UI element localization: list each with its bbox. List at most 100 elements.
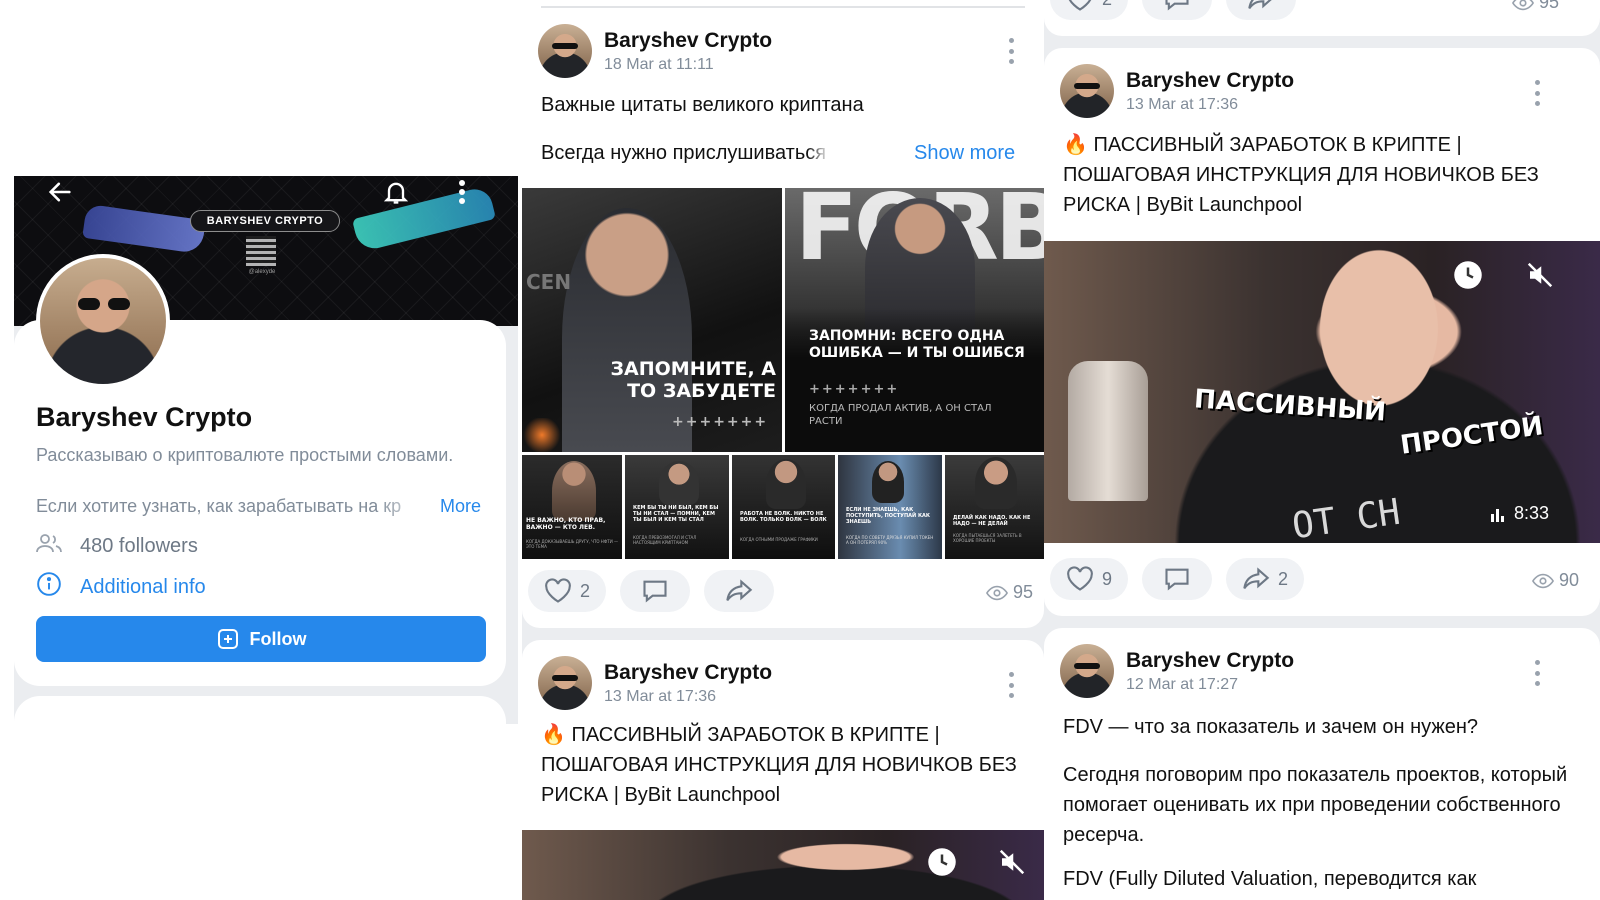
share-button[interactable]: 2 <box>1226 558 1305 600</box>
eye-icon <box>1512 0 1534 10</box>
author-avatar[interactable] <box>538 24 592 78</box>
quote-image-1[interactable]: CEN ЗАПОМНИТЕ, А ТО ЗАБУДЕТЕ +++++++ <box>522 188 782 452</box>
screenshot-collage: BARYSHEV CRYPTO @alexyde Baryshev Crypto… <box>0 0 1600 900</box>
like-count: 9 <box>1102 568 1113 589</box>
cover-qr-code <box>246 236 276 266</box>
comment-icon <box>643 580 667 603</box>
post-menu-icon[interactable] <box>1534 660 1540 686</box>
post-title: Важные цитаты великого криптана <box>541 94 864 116</box>
fire-emoji: 🔥 <box>541 724 566 746</box>
post-menu-icon[interactable] <box>1008 38 1014 64</box>
clock-icon[interactable] <box>926 846 958 878</box>
show-more-link[interactable]: Show more <box>914 138 1015 168</box>
users-icon <box>36 532 62 560</box>
profile-description-line2: Если хотите узнать, как зарабатывать на … <box>36 496 402 516</box>
post-menu-icon[interactable] <box>1534 80 1540 106</box>
post-header: Baryshev Crypto 13 Mar at 17:36 <box>538 656 772 710</box>
author-avatar[interactable] <box>1060 64 1114 118</box>
thumb-1[interactable]: НЕ ВАЖНО, КТО ПРАВ, ВАЖНО — КТО ЛЕВ. КОГ… <box>522 455 622 559</box>
post-actions: 9 2 <box>1050 558 1305 600</box>
duration-text: 8:33 <box>1514 503 1550 523</box>
views-counter: 95 <box>986 582 1033 603</box>
video-preview[interactable]: ПАССИВНЫЙ ПРОСТОЙ OT CH 8:33 <box>1044 241 1600 543</box>
quote-image-1-caption: ЗАПОМНИТЕ, А ТО ЗАБУДЕТЕ <box>610 358 776 402</box>
views-count: 95 <box>1013 582 1034 602</box>
post-date[interactable]: 12 Mar at 17:27 <box>1126 676 1294 694</box>
post-passive-income: Baryshev Crypto 13 Mar at 17:36 🔥 ПАССИВ… <box>1044 48 1600 616</box>
comment-button[interactable] <box>1142 558 1213 600</box>
like-button[interactable]: 2 <box>528 570 607 612</box>
quote-image-1-side: CEN <box>526 270 572 294</box>
kebab-menu-icon[interactable] <box>446 176 478 208</box>
cover-brand: BARYSHEV CRYPTO <box>190 210 340 232</box>
thumb-4[interactable]: ЕСЛИ НЕ ЗНАЕШЬ, КАК ПОСТУПИТЬ, ПОСТУПАЙ … <box>838 455 942 559</box>
back-arrow-icon[interactable] <box>44 176 76 208</box>
video-shirt-text: OT CH <box>1289 491 1403 543</box>
post-date[interactable]: 13 Mar at 17:36 <box>604 688 772 706</box>
thumb-2[interactable]: КЕМ БЫ ТЫ НИ БЫЛ, КЕМ БЫ ТЫ НИ СТАЛ — ПО… <box>625 455 729 559</box>
comment-icon <box>1165 0 1189 11</box>
profile-avatar[interactable] <box>36 254 170 388</box>
like-button[interactable]: 2 <box>1050 0 1129 20</box>
muted-speaker-icon[interactable] <box>996 846 1028 878</box>
thumb-3-sub: КОГДА ОТНЫМИ ПРОДАЖЕ ГРАФИКИ <box>740 537 818 542</box>
author-name[interactable]: Baryshev Crypto <box>1126 649 1294 673</box>
thumb-4-caption: ЕСЛИ НЕ ЗНАЕШЬ, КАК ПОСТУПИТЬ, ПОСТУПАЙ … <box>846 507 930 525</box>
post-text-continued: FDV (Fully Diluted Valuation, переводитс… <box>1063 868 1477 890</box>
thumb-5[interactable]: ДЕЛАЙ КАК НАДО. КАК НЕ НАДО — НЕ ДЕЛАЙ К… <box>945 455 1044 559</box>
like-button[interactable]: 9 <box>1050 558 1129 600</box>
thumb-4-sub: КОГДА ПО СОВЕТУ ДРУЗЬЯ КУПИЛ ТОКЕН А ОН … <box>846 535 934 545</box>
bell-icon[interactable] <box>380 176 412 208</box>
next-card-edge <box>14 696 506 724</box>
quote-image-2-sub: КОГДА ПРОДАЛ АКТИВ, А ОН СТАЛ РАСТИ <box>809 403 992 427</box>
views-counter: 95 <box>1512 0 1559 13</box>
author-name[interactable]: Baryshev Crypto <box>1126 69 1294 93</box>
post-menu-icon[interactable] <box>1008 672 1014 698</box>
clock-icon[interactable] <box>1452 259 1484 291</box>
share-icon <box>1248 0 1272 9</box>
thumb-1-caption: НЕ ВАЖНО, КТО ПРАВ, ВАЖНО — КТО ЛЕВ. <box>526 517 606 531</box>
post-date[interactable]: 13 Mar at 17:36 <box>1126 96 1294 114</box>
heart-icon <box>545 578 571 603</box>
views-count: 95 <box>1539 0 1560 12</box>
thumb-2-sub: КОГДА ПРЕВОЗМОГАЛ И СТАЛ НАСТОЯЩИМ КРИПТ… <box>633 535 697 545</box>
fire-emoji: 🔥 <box>1063 134 1088 156</box>
info-icon <box>36 571 62 603</box>
quote-image-2[interactable]: FORB ЗАПОМНИ: ВСЕГО ОДНА ОШИБКА — И ТЫ О… <box>785 188 1044 452</box>
thumb-5-sub: КОГДА ПЫТАЕШЬСЯ ЗАЛЕТЕТЬ В ХОРОШИЕ ПРОЕК… <box>953 533 1022 543</box>
more-link[interactable]: More <box>440 493 481 519</box>
post-title-text: ПАССИВНЫЙ ЗАРАБОТОК В КРИПТЕ | ПОШАГОВАЯ… <box>1063 134 1539 216</box>
bar-chart-icon <box>1491 508 1504 522</box>
thumb-1-sub: КОГДА ДОКАЗЫВАЕШЬ ДРУГУ, ЧТО НФТИ — ЭТО … <box>526 539 618 549</box>
muted-speaker-icon[interactable] <box>1524 259 1556 291</box>
post-header: Baryshev Crypto 18 Mar at 11:11 <box>538 24 772 78</box>
author-avatar[interactable] <box>1060 644 1114 698</box>
thumb-3[interactable]: РАБОТА НЕ ВОЛК. НИКТО НЕ ВОЛК. ТОЛЬКО ВО… <box>732 455 835 559</box>
sculpture-nose <box>1068 361 1148 501</box>
post-quotes: Baryshev Crypto 18 Mar at 11:11 Важные ц… <box>522 0 1044 628</box>
share-button[interactable] <box>1226 0 1297 20</box>
share-count: 2 <box>1278 568 1289 589</box>
followers-count: 480 followers <box>80 534 198 557</box>
followers-row[interactable]: 480 followers <box>36 532 198 560</box>
post-date[interactable]: 18 Mar at 11:11 <box>604 56 772 74</box>
views-count: 90 <box>1559 570 1580 590</box>
profile-name: Baryshev Crypto <box>36 402 253 432</box>
comment-button[interactable] <box>620 570 691 612</box>
comment-button[interactable] <box>1142 0 1213 20</box>
previous-post-footer: 2 95 <box>1044 0 1600 36</box>
post-title: 🔥 ПАССИВНЫЙ ЗАРАБОТОК В КРИПТЕ | ПОШАГОВ… <box>541 720 1027 810</box>
author-name[interactable]: Baryshev Crypto <box>604 661 772 685</box>
post-header: Baryshev Crypto 13 Mar at 17:36 <box>1060 64 1294 118</box>
author-name[interactable]: Baryshev Crypto <box>604 29 772 53</box>
additional-info-row[interactable]: Additional info <box>36 571 206 603</box>
profile-description: Рассказываю о криптовалюте простыми слов… <box>36 445 454 465</box>
plus-square-icon <box>217 629 238 649</box>
post-title-text: ПАССИВНЫЙ ЗАРАБОТОК В КРИПТЕ | ПОШАГОВАЯ… <box>541 724 1017 806</box>
like-count: 2 <box>1102 0 1112 10</box>
follow-button[interactable]: Follow <box>36 616 486 662</box>
author-avatar[interactable] <box>538 656 592 710</box>
like-count: 2 <box>580 580 591 601</box>
share-button[interactable] <box>704 570 775 612</box>
video-preview[interactable] <box>522 830 1044 900</box>
